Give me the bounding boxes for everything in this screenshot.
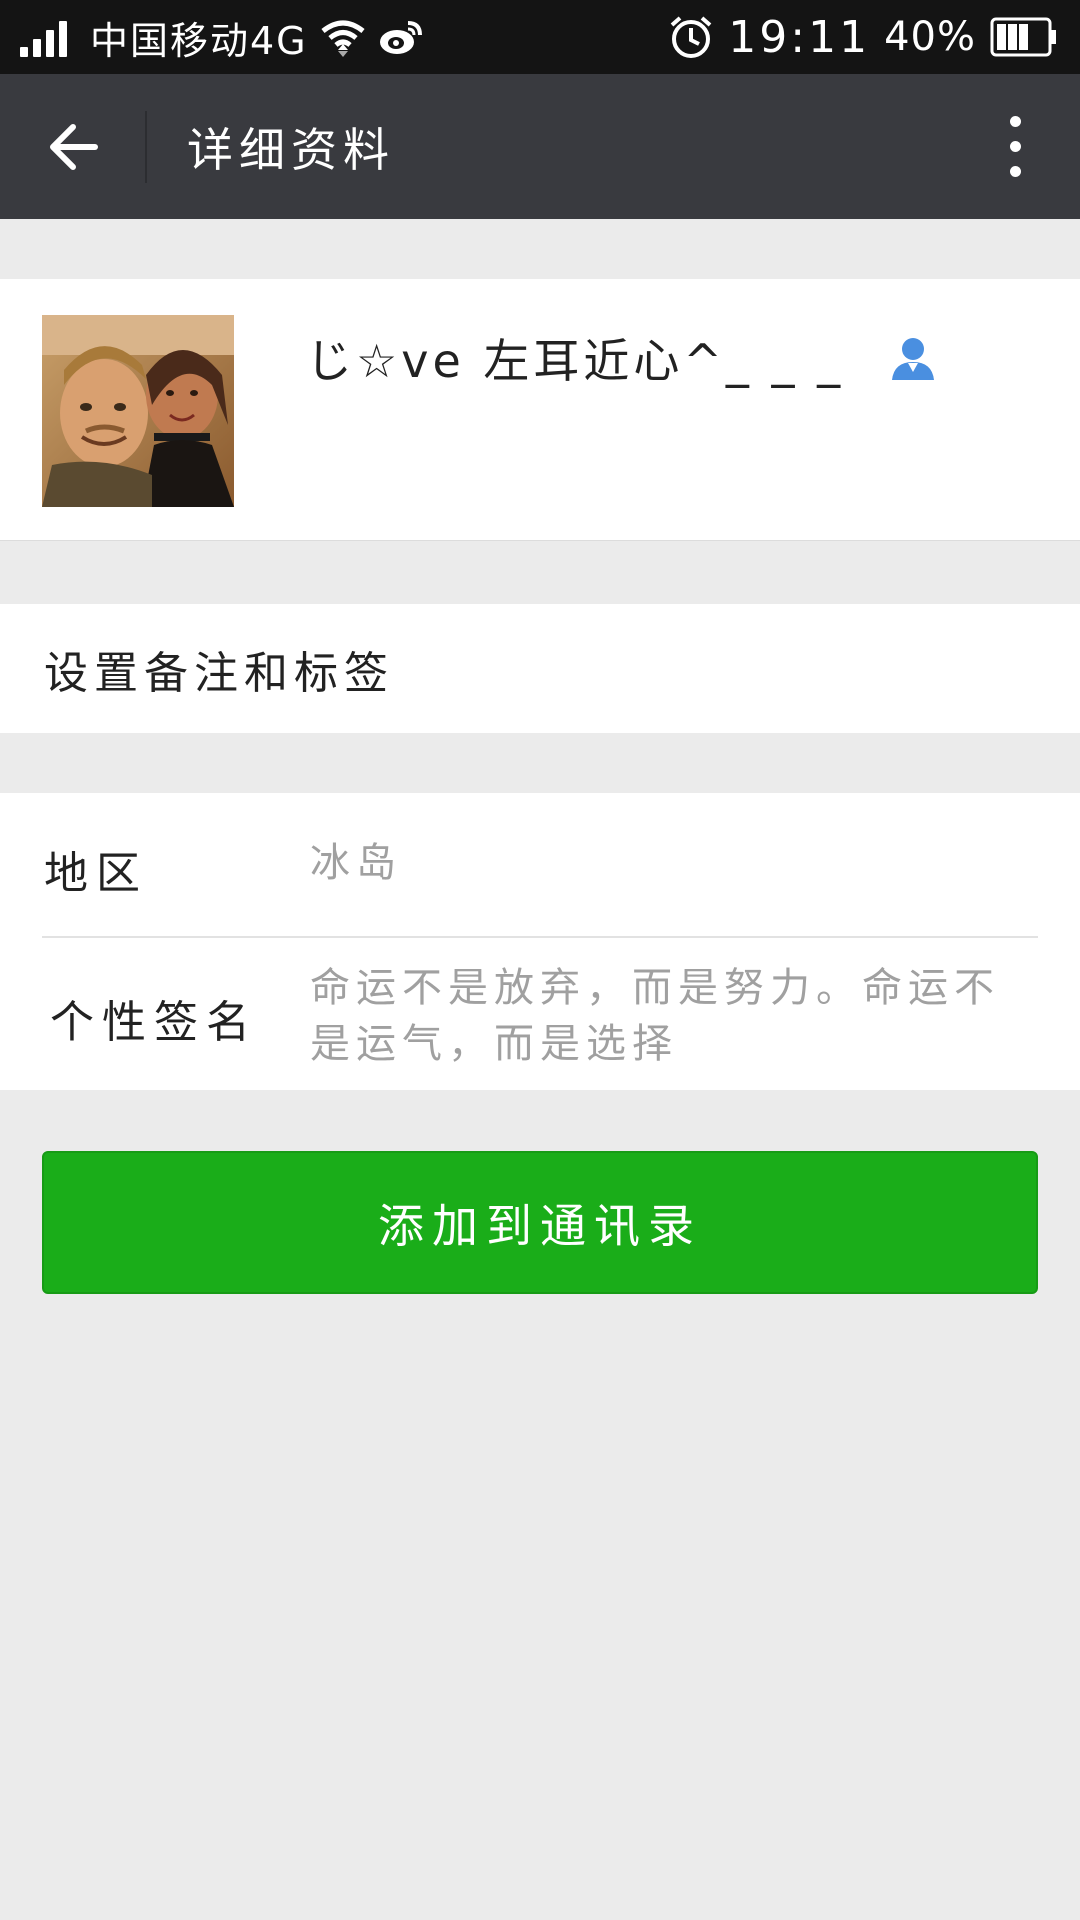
region-row: 地区 冰岛	[0, 793, 1080, 936]
region-label: 地区	[44, 848, 148, 899]
status-bar: 中国移动4G 19:11 40%	[0, 0, 1080, 74]
battery-percent: 40%	[884, 14, 976, 60]
info-card: 地区 冰岛 个性签名 命运不是放弃，而是努力。命运不是运气，而是选择	[0, 793, 1080, 1090]
status-left: 中国移动4G	[20, 0, 424, 74]
signature-label: 个性签名	[50, 997, 258, 1048]
signal-icon	[20, 17, 72, 57]
status-right: 19:11 40%	[656, 0, 1058, 74]
battery-icon	[990, 17, 1058, 57]
page-title: 详细资料	[187, 122, 395, 177]
weibo-icon	[378, 17, 424, 57]
signature-row: 个性签名 命运不是放弃，而是努力。命运不是运气，而是选择	[0, 938, 1080, 1090]
person-icon	[890, 336, 936, 380]
set-remark-label: 设置备注和标签	[44, 647, 394, 699]
nickname: じ☆ve 左耳近心^_ _ _	[306, 334, 845, 388]
title-divider	[145, 110, 147, 183]
more-vertical-icon	[1009, 116, 1021, 127]
alarm-icon	[668, 14, 714, 60]
back-button[interactable]	[0, 74, 145, 219]
carrier-label: 中国移动4G	[90, 18, 308, 63]
region-value: 冰岛	[310, 840, 402, 886]
signature-value: 命运不是放弃，而是努力。命运不是运气，而是选择	[310, 965, 1000, 1067]
clock-time: 19:11	[728, 11, 871, 63]
wifi-icon	[320, 17, 366, 57]
title-bar: 详细资料	[0, 74, 1080, 219]
nickname-row: じ☆ve 左耳近心^_ _ _	[306, 323, 936, 393]
more-button[interactable]	[980, 74, 1050, 219]
avatar[interactable]	[42, 315, 234, 507]
arrow-left-icon	[49, 123, 98, 170]
add-to-contacts-button[interactable]: 添加到通讯录	[42, 1151, 1038, 1294]
set-remark-row[interactable]: 设置备注和标签	[0, 604, 1080, 733]
profile-card: じ☆ve 左耳近心^_ _ _	[0, 279, 1080, 541]
